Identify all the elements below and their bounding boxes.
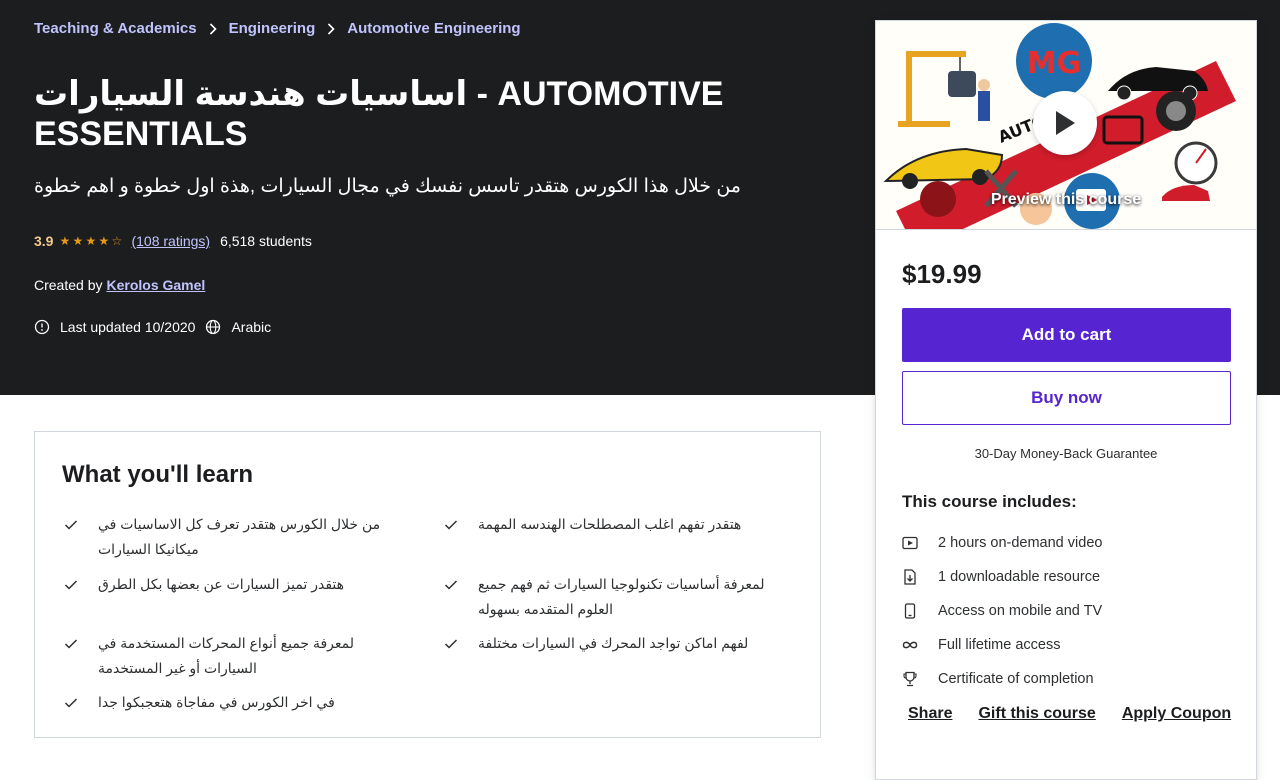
course-preview-video[interactable]: MG AUTO Preview this course: [876, 21, 1256, 230]
course-meta: Last updated 10/2020 Arabic: [34, 319, 281, 335]
file-download-icon: [902, 569, 918, 585]
check-icon: [444, 512, 462, 537]
gift-course-link[interactable]: Gift this course: [978, 705, 1095, 723]
share-link[interactable]: Share: [908, 705, 952, 723]
preview-label: Preview this course: [990, 191, 1142, 208]
price: $19.99: [902, 259, 982, 289]
learn-item: لمعرفة أساسيات تكنولوجيا السيارات ثم فهم…: [444, 572, 784, 622]
learn-title: What you'll learn: [62, 461, 254, 488]
alert-clock-icon: [34, 319, 50, 335]
check-icon: [64, 512, 82, 537]
includes-title: This course includes:: [902, 492, 1077, 511]
star-full-icon: ★: [85, 234, 97, 248]
infinity-icon: [902, 637, 918, 653]
purchase-sidebar: MG AUTO Preview this course $19.99 Add t…: [875, 20, 1257, 780]
created-by-label: Created by: [34, 277, 103, 293]
breadcrumb-teaching-academics[interactable]: Teaching & Academics: [34, 20, 197, 37]
svg-text:MG: MG: [1027, 46, 1081, 81]
play-button[interactable]: [1033, 91, 1097, 155]
check-icon: [444, 572, 462, 597]
star-full-icon: ★: [59, 234, 71, 248]
trophy-icon: [902, 671, 918, 687]
include-item: Access on mobile and TV: [902, 594, 1102, 628]
video-icon: [902, 535, 918, 551]
breadcrumb: Teaching & Academics Engineering Automot…: [34, 20, 521, 37]
money-back-guarantee: 30-Day Money-Back Guarantee: [974, 446, 1158, 461]
rating-stars: ★ ★ ★ ★ ☆: [59, 235, 123, 247]
check-icon: [64, 690, 82, 715]
check-icon: [64, 572, 82, 597]
rating-row: 3.9 ★ ★ ★ ★ ☆ (108 ratings) 6,518 studen…: [34, 233, 312, 249]
ratings-count-link[interactable]: (108 ratings): [131, 233, 210, 249]
rating-value: 3.9: [34, 233, 54, 249]
learn-item: لمعرفة جميع أنواع المحركات المستخدمة في …: [64, 631, 404, 681]
last-updated: Last updated 10/2020: [34, 319, 195, 335]
learn-item: من خلال الكورس هتقدر تعرف كل الاساسيات ف…: [64, 512, 404, 562]
star-empty-icon: ☆: [111, 234, 123, 248]
globe-icon: [205, 319, 221, 335]
chevron-right-icon: [327, 22, 335, 35]
course-title: اساسيات هندسة السيارات - AUTOMOTIVE ESSE…: [34, 75, 724, 153]
star-full-icon: ★: [98, 234, 110, 248]
buy-now-button[interactable]: Buy now: [902, 371, 1231, 425]
learn-item: في اخر الكورس في مفاجاة هتعجبكوا جدا: [64, 690, 404, 715]
chevron-right-icon: [209, 22, 217, 35]
check-icon: [64, 631, 82, 656]
check-icon: [444, 631, 462, 656]
last-updated-text: Last updated 10/2020: [60, 319, 196, 335]
instructor-link[interactable]: Kerolos Gamel: [106, 277, 205, 293]
breadcrumb-automotive-engineering[interactable]: Automotive Engineering: [347, 20, 520, 37]
include-item: Full lifetime access: [902, 628, 1102, 662]
apply-coupon-link[interactable]: Apply Coupon: [1122, 705, 1231, 723]
learn-item: هتقدر تميز السيارات عن بعضها بكل الطرق: [64, 572, 404, 597]
includes-list: 2 hours on-demand video 1 downloadable r…: [902, 526, 1102, 696]
include-item: Certificate of completion: [902, 662, 1102, 696]
created-by: Created by Kerolos Gamel: [34, 277, 205, 293]
what-youll-learn: What you'll learn من خلال الكورس هتقدر ت…: [34, 431, 821, 738]
play-icon: [1056, 111, 1075, 135]
star-full-icon: ★: [72, 234, 84, 248]
students-count: 6,518 students: [220, 233, 312, 249]
learn-item: لفهم اماكن تواجد المحرك في السيارات مختل…: [444, 631, 784, 656]
language-text: Arabic: [231, 319, 272, 335]
mobile-icon: [902, 603, 918, 619]
include-item: 1 downloadable resource: [902, 560, 1102, 594]
language: Arabic: [205, 319, 271, 335]
learn-item: هتقدر تفهم اغلب المصطلحات الهندسه المهمة: [444, 512, 784, 537]
sidebar-actions: Share Gift this course Apply Coupon: [908, 705, 1231, 723]
breadcrumb-engineering[interactable]: Engineering: [229, 20, 316, 37]
include-item: 2 hours on-demand video: [902, 526, 1102, 560]
add-to-cart-button[interactable]: Add to cart: [902, 308, 1231, 362]
course-subtitle: من خلال هذا الكورس هتقدر تاسس نفسك في مج…: [34, 176, 741, 197]
